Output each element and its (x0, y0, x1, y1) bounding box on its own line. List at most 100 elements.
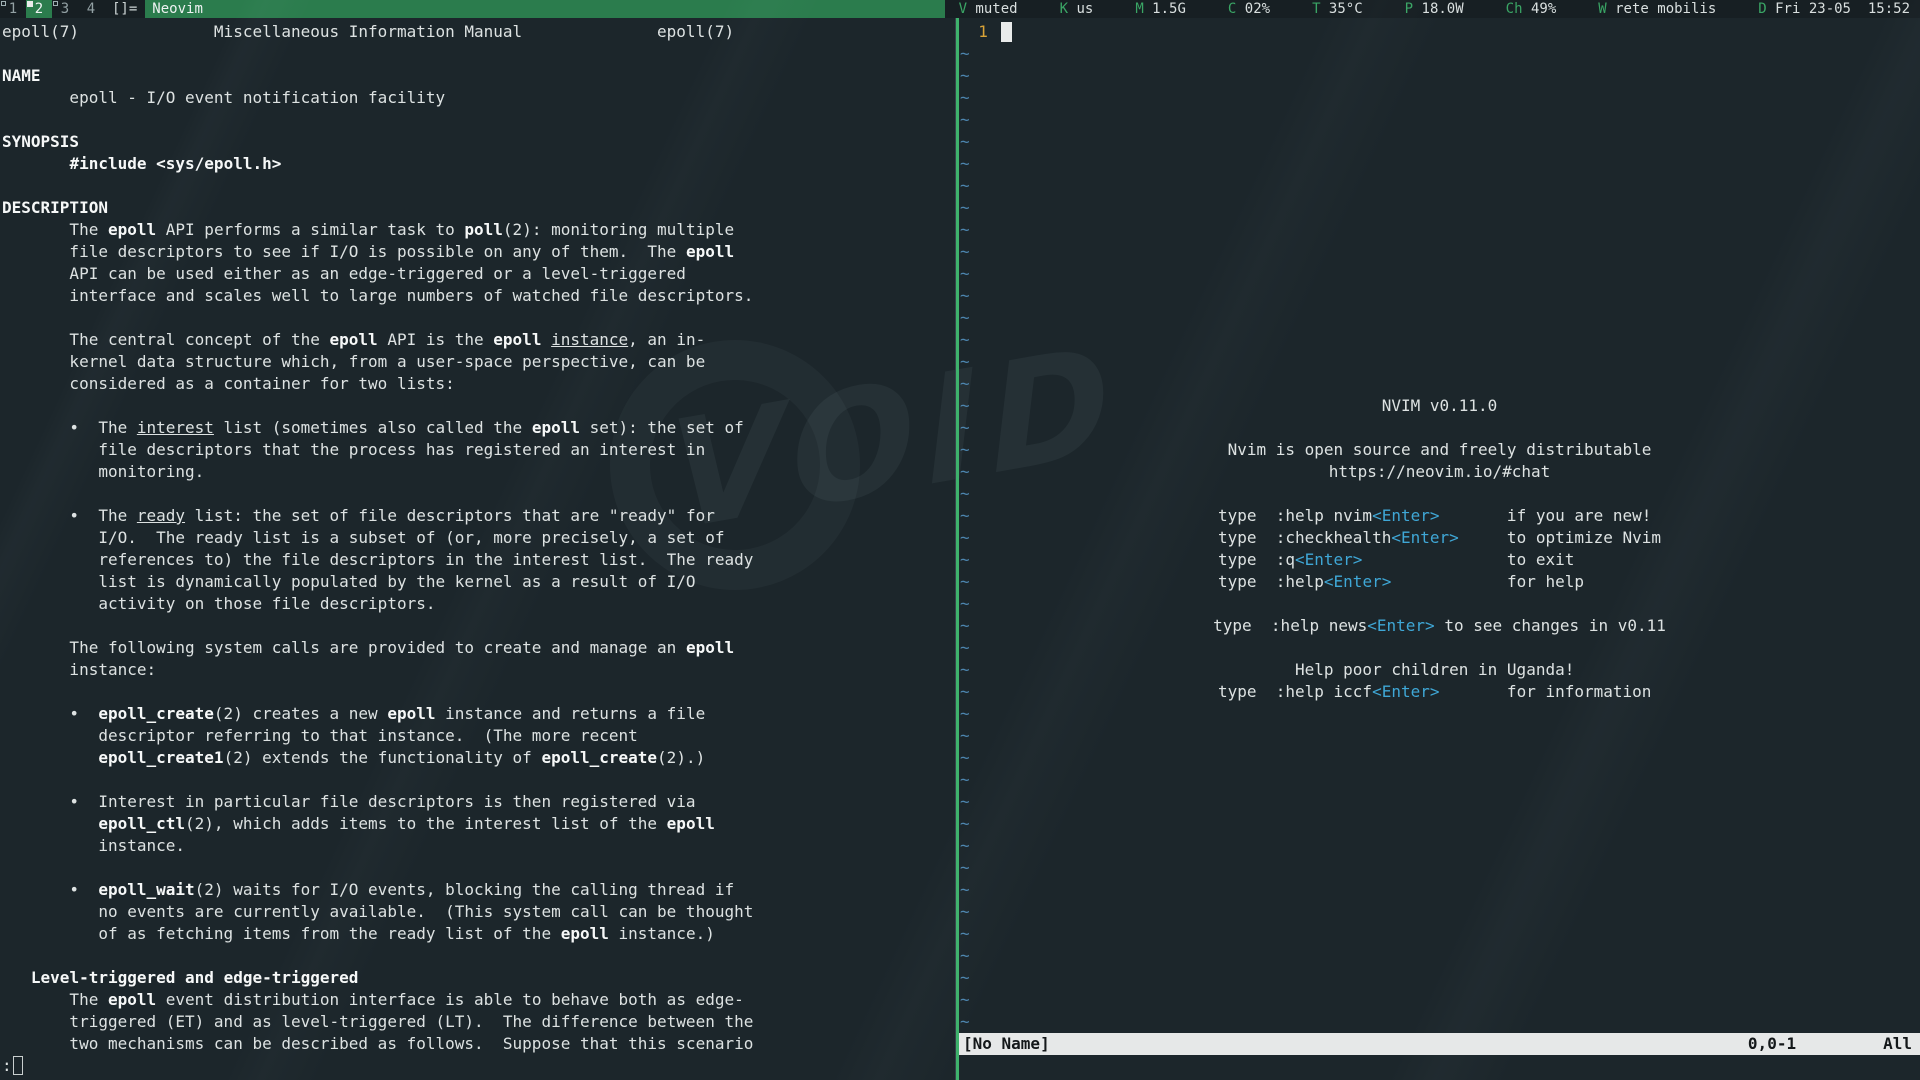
man-line: references to) the file descriptors in t… (2, 549, 955, 571)
man-line: triggered (ET) and as level-triggered (L… (2, 1011, 955, 1033)
man-line: file descriptors to see if I/O is possib… (2, 241, 955, 263)
tilde-marker: ~ (959, 88, 970, 107)
man-line: The following system calls are provided … (2, 637, 955, 659)
tilde-marker: ~ (959, 594, 970, 613)
tilde-marker: ~ (959, 946, 970, 965)
nvim-intro-line: type :q<Enter> to exit (959, 549, 1920, 571)
nvim-empty-line: ~Nvim is open source and freely distribu… (959, 439, 1920, 461)
status-item-W: W rete mobilis (1598, 0, 1716, 18)
man-line (2, 43, 955, 65)
nvim-buffer[interactable]: 1~~~~~~~~~~~~~~~~~NVIM v0.11.0~~Nvim is … (959, 21, 1920, 1033)
dwm-status-bar: 1234 []= Neovim V mutedK usM 1.5GC 02%T … (0, 0, 1920, 18)
tiled-workspace: epoll(7) Miscellaneous Information Manua… (0, 18, 1920, 1080)
man-line: instance. (2, 835, 955, 857)
man-line: epoll_ctl(2), which adds items to the in… (2, 813, 955, 835)
tag-3[interactable]: 3 (52, 0, 78, 18)
man-line (2, 681, 955, 703)
nvim-cmdline[interactable] (959, 1055, 1920, 1077)
tilde-marker: ~ (959, 902, 970, 921)
nvim-empty-line: ~ (959, 285, 1920, 307)
nvim-intro-line: type :help iccf<Enter> for information (959, 681, 1920, 703)
nvim-empty-line: ~type :help news<Enter> to see changes i… (959, 615, 1920, 637)
man-line: considered as a container for two lists: (2, 373, 955, 395)
status-item-C: C 02% (1228, 0, 1270, 18)
man-line (2, 175, 955, 197)
nvim-empty-line: ~ (959, 945, 1920, 967)
man-line: • epoll_create(2) creates a new epoll in… (2, 703, 955, 725)
man-line: • The interest list (sometimes also call… (2, 417, 955, 439)
man-line (2, 615, 955, 637)
tag-1[interactable]: 1 (0, 0, 26, 18)
layout-indicator[interactable]: []= (104, 0, 145, 18)
man-line: instance: (2, 659, 955, 681)
nvim-empty-line: ~ (959, 835, 1920, 857)
neovim-window[interactable]: 1~~~~~~~~~~~~~~~~~NVIM v0.11.0~~Nvim is … (959, 18, 1920, 1080)
nvim-empty-line: ~ (959, 791, 1920, 813)
tilde-marker: ~ (959, 814, 970, 833)
nvim-empty-line: ~NVIM v0.11.0 (959, 395, 1920, 417)
man-line: two mechanisms can be described as follo… (2, 1033, 955, 1055)
nvim-empty-line: ~ (959, 263, 1920, 285)
status-item-P: P 18.0W (1405, 0, 1464, 18)
nvim-empty-line: ~type :q<Enter> to exit (959, 549, 1920, 571)
nvim-empty-line: ~ (959, 967, 1920, 989)
window-title: Neovim (145, 0, 944, 18)
man-line (2, 769, 955, 791)
nvim-empty-line: ~ (959, 901, 1920, 923)
man-page-content: epoll(7) Miscellaneous Information Manua… (2, 21, 955, 1077)
tag-client-indicator (27, 1, 33, 7)
man-line: #include <sys/epoll.h> (2, 153, 955, 175)
nvim-intro-line: type :checkhealth<Enter> to optimize Nvi… (959, 527, 1920, 549)
tilde-marker: ~ (959, 198, 970, 217)
nvim-empty-line: ~ (959, 747, 1920, 769)
inactive-cursor (13, 1056, 23, 1075)
status-item-T: T 35°C (1312, 0, 1363, 18)
man-line: epoll_create1(2) extends the functionali… (2, 747, 955, 769)
man-line: The epoll event distribution interface i… (2, 989, 955, 1011)
tilde-marker: ~ (959, 352, 970, 371)
man-line: • Interest in particular file descriptor… (2, 791, 955, 813)
nvim-empty-line: ~ (959, 87, 1920, 109)
man-line: of as fetching items from the ready list… (2, 923, 955, 945)
nvim-empty-line: ~type :help nvim<Enter> if you are new! (959, 505, 1920, 527)
nvim-empty-line: ~ (959, 989, 1920, 1011)
man-line: epoll - I/O event notification facility (2, 87, 955, 109)
nvim-empty-line: ~ (959, 769, 1920, 791)
nvim-cursor-line: 1 (959, 21, 1920, 43)
nvim-empty-line: ~ (959, 329, 1920, 351)
man-line: API can be used either as an edge-trigge… (2, 263, 955, 285)
man-line (2, 109, 955, 131)
tilde-marker: ~ (959, 858, 970, 877)
desktop: VOID 1234 []= Neovim V mutedK usM 1.5GC … (0, 0, 1920, 1080)
tilde-marker: ~ (959, 44, 970, 63)
terminal-manpage-window[interactable]: epoll(7) Miscellaneous Information Manua… (0, 18, 956, 1080)
nvim-empty-line: ~ (959, 351, 1920, 373)
nvim-empty-line: ~ (959, 197, 1920, 219)
tilde-marker: ~ (959, 704, 970, 723)
nvim-empty-line: ~ (959, 857, 1920, 879)
nvim-empty-line: ~ (959, 725, 1920, 747)
man-line: DESCRIPTION (2, 197, 955, 219)
nvim-empty-line: ~ (959, 593, 1920, 615)
nvim-empty-line: ~type :help iccf<Enter> for information (959, 681, 1920, 703)
nvim-intro-line: Nvim is open source and freely distribut… (959, 439, 1920, 461)
line-number: 1 (959, 22, 988, 41)
man-line (2, 857, 955, 879)
tilde-marker: ~ (959, 990, 970, 1009)
tag-2[interactable]: 2 (26, 0, 52, 18)
tag-client-indicator (53, 1, 58, 6)
tilde-marker: ~ (959, 968, 970, 987)
status-item-V: V muted (959, 0, 1018, 18)
tilde-marker: ~ (959, 880, 970, 899)
tilde-marker: ~ (959, 924, 970, 943)
pager-prompt[interactable]: : (2, 1055, 955, 1077)
man-line: epoll(7) Miscellaneous Information Manua… (2, 21, 955, 43)
man-line: list is dynamically populated by the ker… (2, 571, 955, 593)
status-modules: V mutedK usM 1.5GC 02%T 35°CP 18.0WCh 49… (945, 0, 1920, 18)
man-line: I/O. The ready list is a subset of (or, … (2, 527, 955, 549)
tilde-marker: ~ (959, 66, 970, 85)
tag-4[interactable]: 4 (78, 0, 104, 18)
man-line: kernel data structure which, from a user… (2, 351, 955, 373)
man-line: descriptor referring to that instance. (… (2, 725, 955, 747)
tilde-marker: ~ (959, 264, 970, 283)
